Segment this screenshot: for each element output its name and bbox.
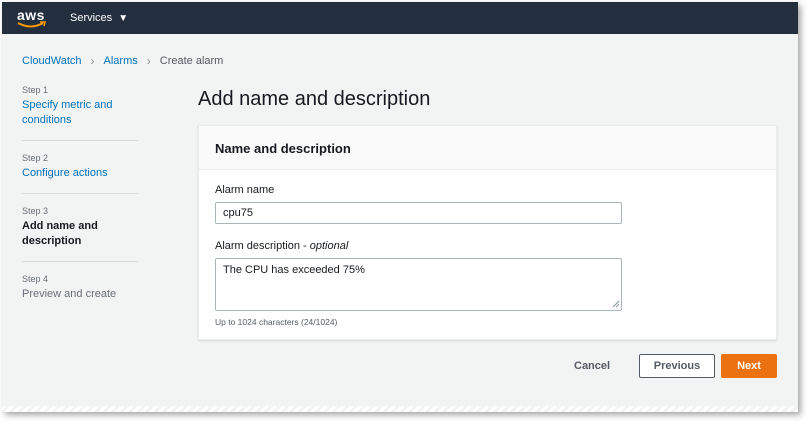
breadcrumb-current: Create alarm [159, 55, 224, 67]
step-link-configure-actions[interactable]: Configure actions [22, 166, 138, 181]
console-window: aws Services ▼ CloudWatch › Alarms › Cre… [2, 2, 798, 412]
wizard-step-4: Step 4 Preview and create [22, 274, 138, 314]
wizard-step-3: Step 3 Add name and description [22, 206, 138, 262]
alarm-description-textarea[interactable]: The CPU has exceeded 75% [215, 258, 622, 311]
step-current-add-name: Add name and description [22, 220, 98, 247]
resize-handle-icon[interactable] [612, 300, 620, 308]
services-menu-button[interactable]: Services ▼ [70, 12, 128, 24]
step-preview-create: Preview and create [22, 288, 117, 300]
alarm-description-label: Alarm description - optional [215, 240, 348, 252]
step-number: Step 3 [22, 206, 49, 216]
aws-logo[interactable]: aws [16, 6, 50, 30]
wizard-steps: Step 1 Specify metric and conditions Ste… [22, 85, 138, 326]
name-description-panel: Name and description Alarm name Alarm de… [198, 125, 777, 340]
services-label: Services [70, 12, 113, 24]
step-number: Step 2 [22, 153, 49, 163]
panel-title: Name and description [199, 126, 776, 170]
wizard-step-2: Step 2 Configure actions [22, 153, 138, 194]
step-link-specify-metric[interactable]: Specify metric and conditions [22, 98, 138, 128]
top-navigation-bar: aws Services ▼ [2, 2, 798, 34]
chevron-right-icon: › [90, 54, 95, 68]
caret-down-icon: ▼ [118, 12, 129, 24]
page-title: Add name and description [198, 88, 431, 110]
character-count-hint: Up to 1024 characters (24/1024) [215, 317, 338, 327]
step-number: Step 1 [22, 85, 49, 95]
breadcrumb-alarms[interactable]: Alarms [104, 55, 138, 67]
chevron-right-icon: › [146, 54, 151, 68]
previous-button[interactable]: Previous [639, 354, 715, 378]
cancel-button[interactable]: Cancel [574, 354, 610, 378]
breadcrumb-cloudwatch[interactable]: CloudWatch [22, 55, 82, 67]
aws-smile-icon [17, 21, 47, 28]
alarm-description-label-text: Alarm description - [215, 240, 310, 252]
step-number: Step 4 [22, 274, 49, 284]
alarm-name-label: Alarm name [215, 184, 275, 196]
alarm-name-input[interactable] [215, 202, 622, 224]
next-button[interactable]: Next [721, 354, 777, 378]
wizard-step-1: Step 1 Specify metric and conditions [22, 85, 138, 141]
breadcrumb: CloudWatch › Alarms › Create alarm [22, 54, 223, 68]
optional-tag: optional [309, 240, 349, 252]
